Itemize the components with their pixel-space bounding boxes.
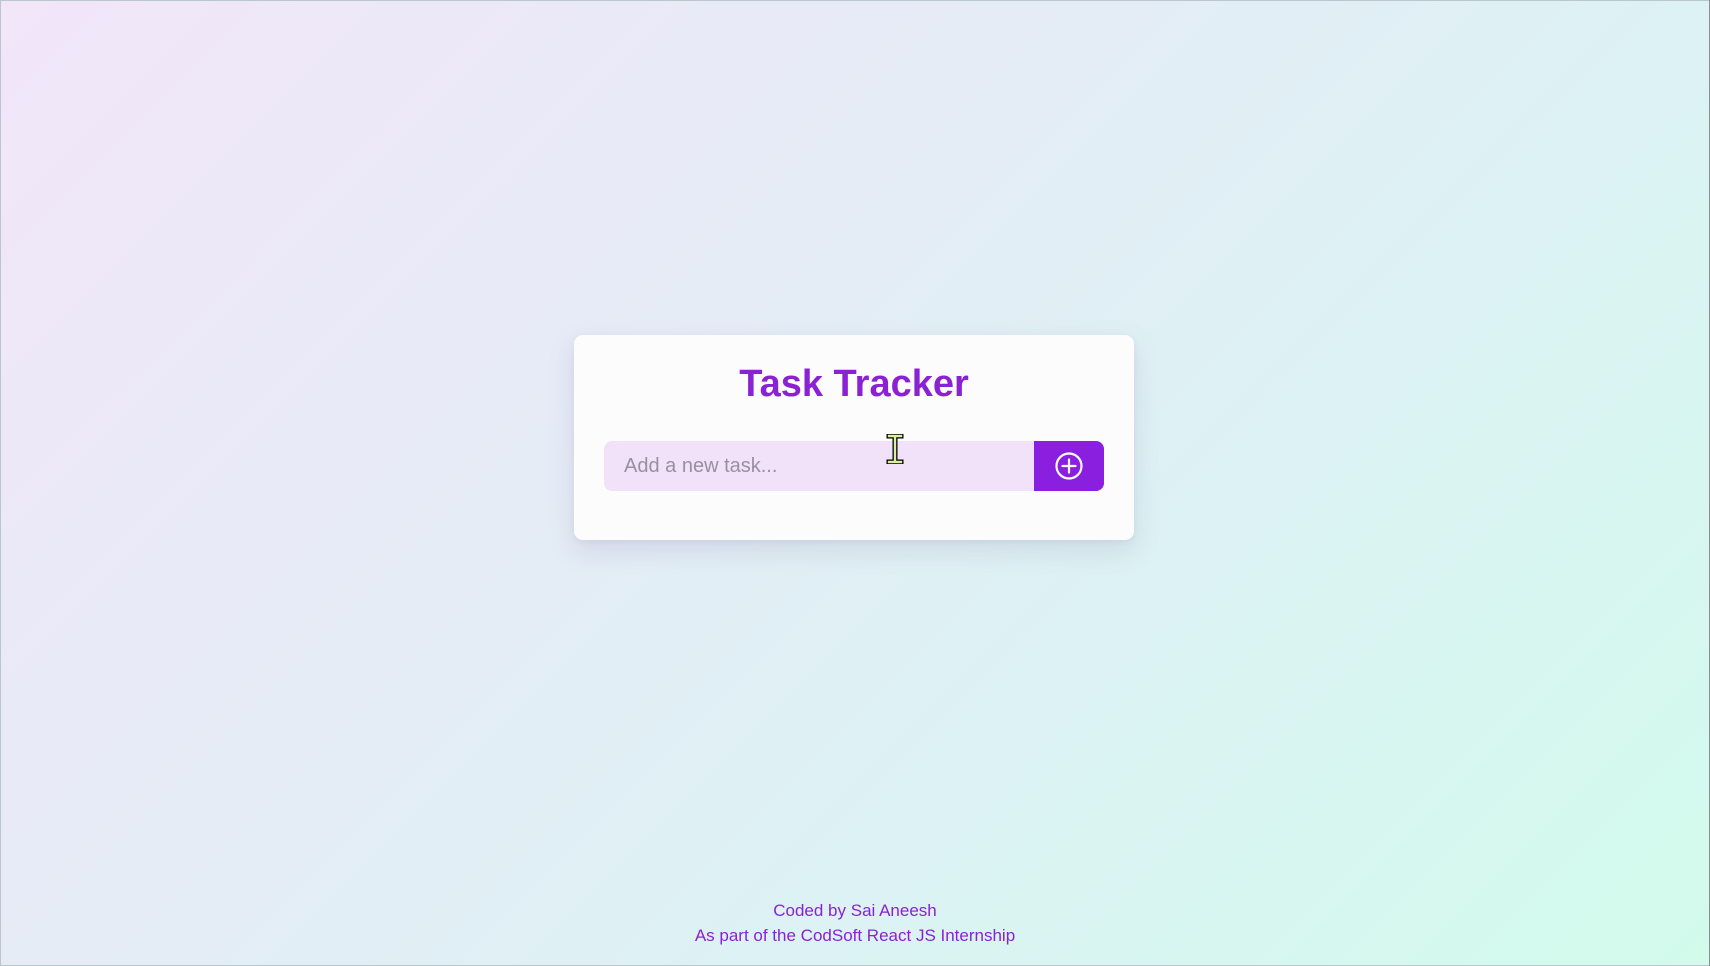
plus-circle-icon <box>1055 452 1083 480</box>
new-task-input[interactable] <box>604 441 1034 491</box>
app-title: Task Tracker <box>739 363 969 405</box>
footer-internship-note: As part of the CodSoft React JS Internsh… <box>694 926 1016 945</box>
add-task-form <box>604 441 1104 491</box>
add-task-button[interactable] <box>1034 441 1104 491</box>
footer: Coded by Sai Aneesh As part of the CodSo… <box>0 898 1710 948</box>
task-tracker-card: Task Tracker <box>574 335 1134 540</box>
footer-credit: Coded by Sai Aneesh <box>773 901 937 920</box>
